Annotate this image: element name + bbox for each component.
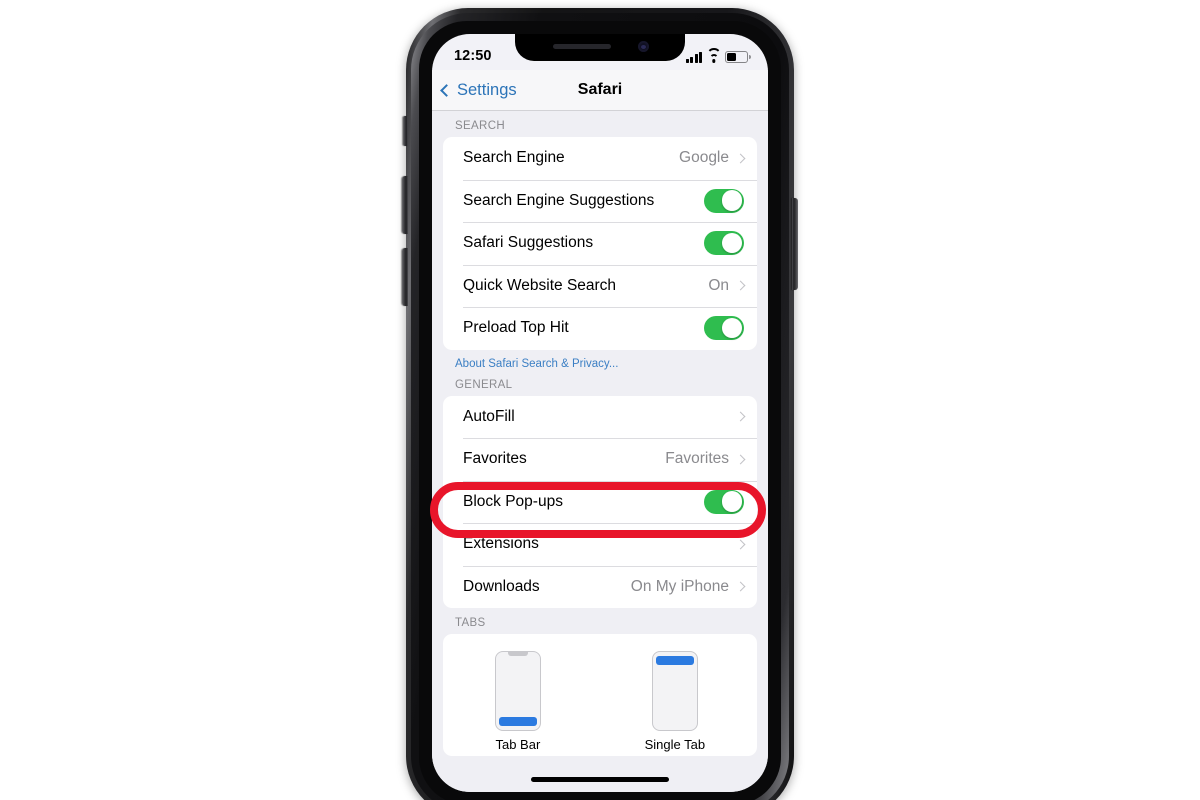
toggle-safari-suggestions[interactable] xyxy=(704,231,744,256)
iphone-device-frame: 12:50 Settings Safari SEARCH Search Engi… xyxy=(402,8,798,800)
back-button-label: Settings xyxy=(457,80,517,99)
settings-row-search-engine-suggestions[interactable]: Search Engine Suggestions xyxy=(443,179,757,223)
tab-option-tab-bar[interactable]: Tab Bar xyxy=(494,651,541,752)
row-label: Search Engine xyxy=(463,149,565,167)
settings-row-favorites[interactable]: Favorites Favorites xyxy=(443,438,757,481)
settings-row-search-engine[interactable]: Search Engine Google xyxy=(443,137,757,180)
volume-down-button[interactable] xyxy=(402,248,408,306)
battery-icon xyxy=(725,51,751,63)
chevron-right-icon xyxy=(735,454,746,465)
tab-layout-options: Tab Bar Single Tab xyxy=(443,634,757,756)
row-value: On xyxy=(708,276,729,294)
toggle-block-pop-ups[interactable] xyxy=(704,489,744,514)
row-label: Downloads xyxy=(463,577,540,595)
navigation-bar: Settings Safari xyxy=(432,70,768,111)
chevron-right-icon xyxy=(735,153,746,164)
phone-screen: 12:50 Settings Safari SEARCH Search Engi… xyxy=(432,34,768,792)
cellular-signal-icon xyxy=(685,51,702,63)
chevron-right-icon xyxy=(735,411,746,422)
settings-row-safari-suggestions[interactable]: Safari Suggestions xyxy=(443,222,757,265)
toggle-search-engine-suggestions[interactable] xyxy=(704,188,744,213)
battery-level-fill xyxy=(726,52,736,62)
row-label: Favorites xyxy=(463,450,527,468)
settings-row-extensions[interactable]: Extensions xyxy=(443,523,757,566)
mute-switch-button[interactable] xyxy=(403,116,408,146)
toggle-knob xyxy=(721,190,743,211)
power-button[interactable] xyxy=(792,198,798,290)
toggle-knob xyxy=(721,232,743,254)
section-header-tabs: TABS xyxy=(455,617,486,629)
row-label: Preload Top Hit xyxy=(463,319,569,337)
phone-thumbnail-icon xyxy=(494,651,541,731)
row-label: Block Pop-ups xyxy=(463,492,563,510)
row-label: Quick Website Search xyxy=(463,276,617,294)
back-to-settings-button[interactable]: Settings xyxy=(439,81,517,100)
thumbnail-notch xyxy=(507,652,528,656)
chevron-right-icon xyxy=(735,581,746,592)
phone-thumbnail-icon xyxy=(651,651,698,731)
chevron-right-icon xyxy=(735,280,746,291)
battery-cap xyxy=(749,54,751,60)
chevron-right-icon xyxy=(735,539,746,550)
toggle-knob xyxy=(721,491,743,512)
status-bar-clock: 12:50 xyxy=(454,48,492,64)
section-header-search: SEARCH xyxy=(455,120,506,132)
screenshot-canvas: 12:50 Settings Safari SEARCH Search Engi… xyxy=(0,0,1200,800)
front-camera-icon xyxy=(638,41,649,52)
settings-group-general: AutoFill Favorites Favorites Block Pop-ups E… xyxy=(443,395,757,609)
earpiece-speaker-icon xyxy=(553,44,611,49)
row-value: On My iPhone xyxy=(630,577,729,595)
tab-option-label: Single Tab xyxy=(644,737,706,752)
footnote-link[interactable]: About Safari Search & Privacy... xyxy=(432,350,768,370)
row-label: Extensions xyxy=(463,535,539,553)
settings-row-block-pop-ups[interactable]: Block Pop-ups xyxy=(443,480,757,524)
toggle-knob xyxy=(721,317,743,339)
display-notch xyxy=(515,34,685,61)
settings-row-quick-website-search[interactable]: Quick Website Search On xyxy=(443,264,757,308)
status-bar-indicators xyxy=(685,47,751,63)
volume-up-button[interactable] xyxy=(402,176,408,234)
chevron-left-icon xyxy=(440,83,453,97)
row-label: Safari Suggestions xyxy=(463,234,594,252)
settings-group-search: Search Engine Google Search Engine Suggest… xyxy=(443,137,757,350)
section-header-general: GENERAL xyxy=(455,378,513,391)
tab-option-label: Tab Bar xyxy=(495,737,541,752)
row-label: AutoFill xyxy=(463,407,515,425)
row-value: Favorites xyxy=(665,450,729,468)
settings-row-autofill[interactable]: AutoFill xyxy=(443,396,757,439)
row-value: Google xyxy=(679,149,729,167)
tab-option-single-tab[interactable]: Single Tab xyxy=(645,651,705,752)
wifi-icon xyxy=(706,47,721,63)
row-label: Search Engine Suggestions xyxy=(463,191,655,209)
thumbnail-address-bar xyxy=(498,717,537,726)
home-indicator[interactable] xyxy=(531,776,669,782)
toggle-preload-top-hit[interactable] xyxy=(704,316,744,341)
settings-row-downloads[interactable]: Downloads On My iPhone xyxy=(443,565,757,609)
settings-row-preload-top-hit[interactable]: Preload Top Hit xyxy=(443,307,757,350)
thumbnail-address-bar xyxy=(655,656,694,665)
settings-list[interactable]: SEARCH Search Engine Google Search Engine S… xyxy=(432,111,768,792)
